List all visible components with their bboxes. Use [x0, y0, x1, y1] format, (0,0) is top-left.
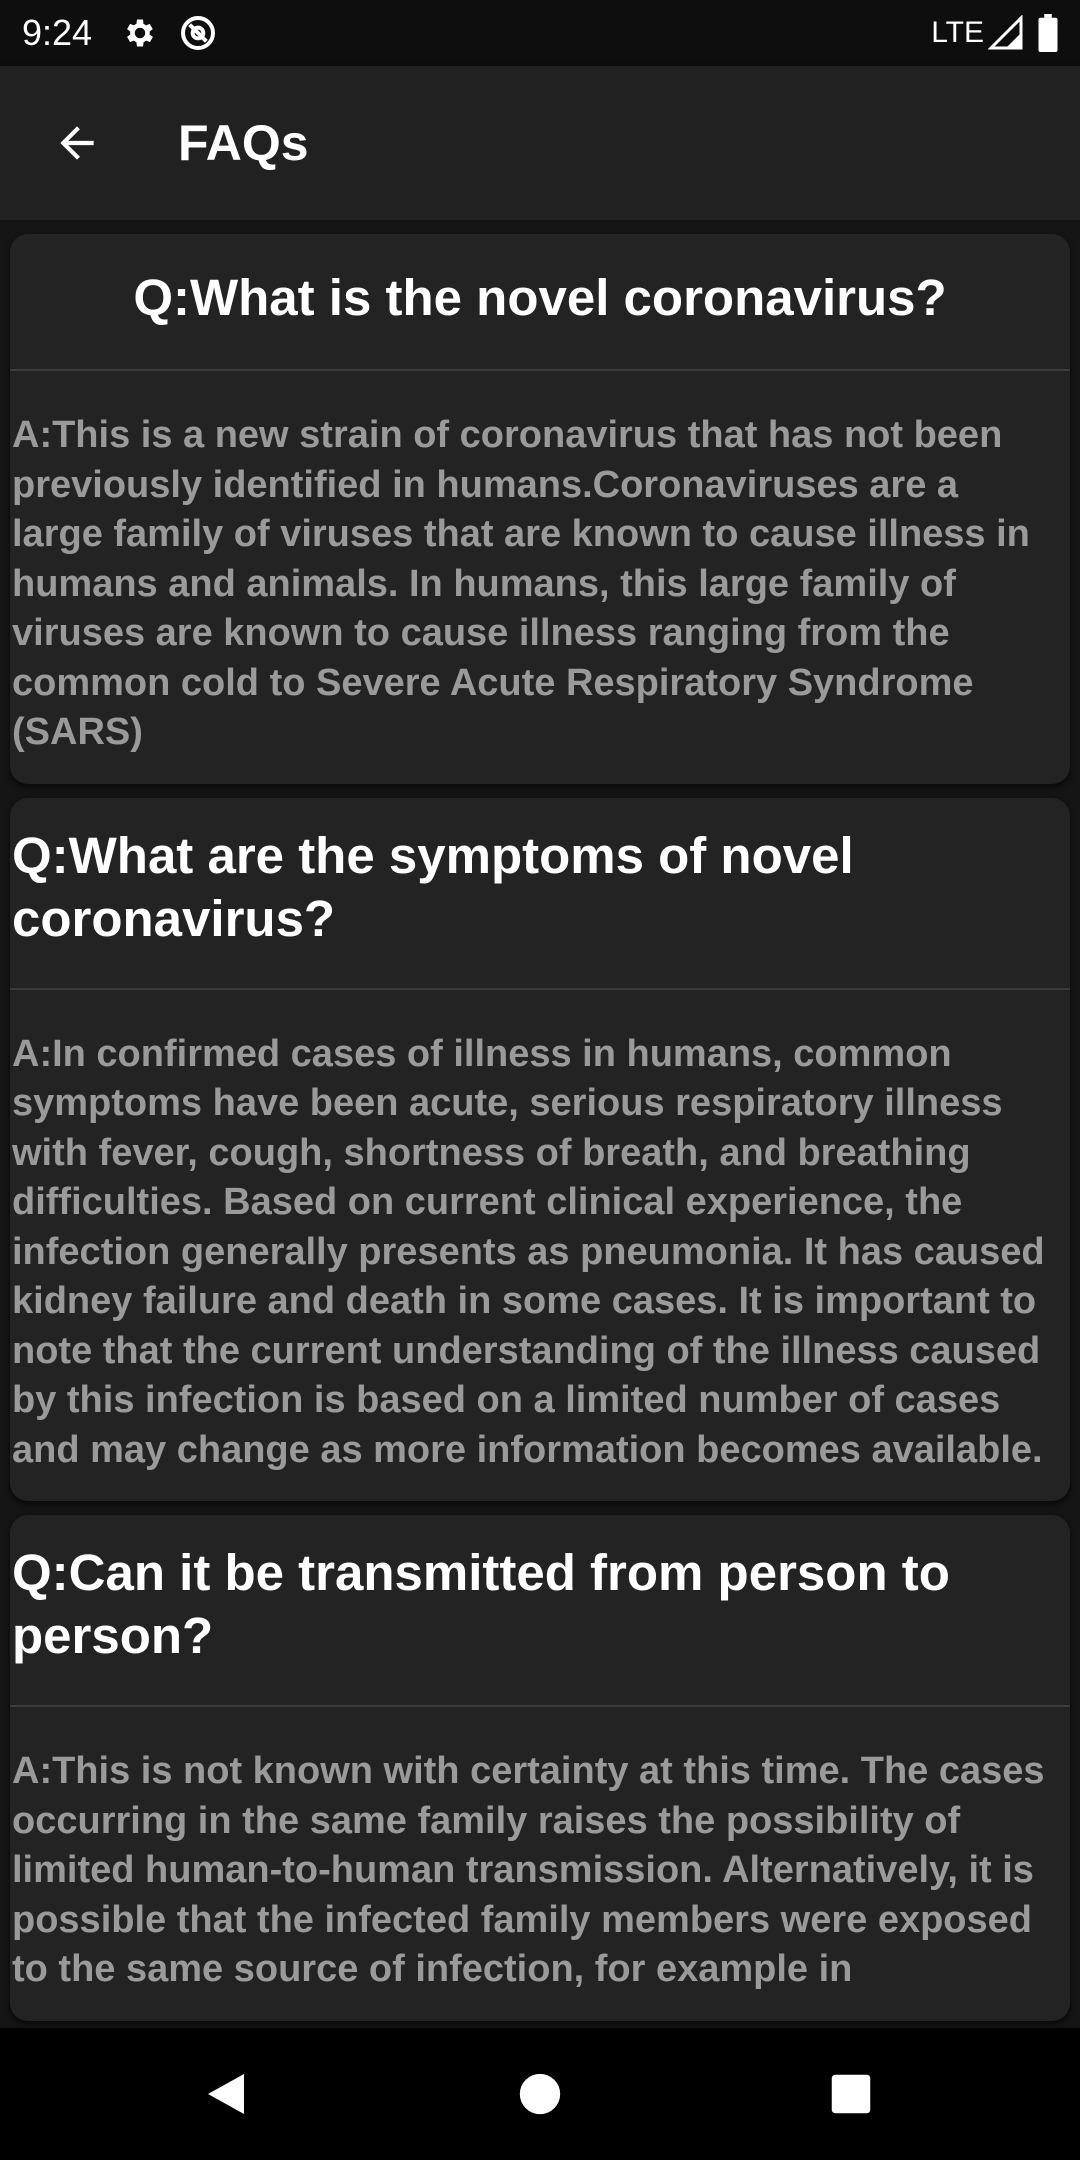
- signal-icon: [988, 15, 1024, 51]
- status-right: LTE: [931, 14, 1058, 52]
- network-type: LTE: [931, 16, 984, 49]
- faq-list[interactable]: Q:What is the novel coronavirus? A:This …: [0, 220, 1080, 2028]
- back-triangle-icon: [204, 2070, 248, 2118]
- nav-recents-button[interactable]: [806, 2049, 896, 2139]
- faq-answer: A:This is a new strain of coronavirus th…: [12, 414, 1030, 753]
- faq-question: Q:What are the symptoms of novel coronav…: [12, 826, 854, 947]
- home-circle-icon: [518, 2072, 562, 2116]
- at-sign-icon: [178, 13, 218, 53]
- faq-answer: A:This is not known with certainty at th…: [12, 1750, 1045, 1990]
- nav-home-button[interactable]: [495, 2049, 585, 2139]
- nav-back-button[interactable]: [181, 2049, 271, 2139]
- arrow-left-icon: [52, 118, 102, 168]
- app-bar: FAQs: [0, 66, 1080, 220]
- faq-question: Q:What is the novel coronavirus?: [133, 269, 947, 326]
- faq-answer: A:In confirmed cases of illness in human…: [12, 1032, 1045, 1471]
- faq-card: Q:Can it be transmitted from person to p…: [10, 1515, 1070, 2021]
- back-button[interactable]: [42, 108, 112, 178]
- system-nav-bar: [0, 2028, 1080, 2160]
- battery-icon: [1038, 14, 1058, 52]
- status-bar: 9:24 LTE: [0, 0, 1080, 66]
- faq-card: Q:What are the symptoms of novel coronav…: [10, 797, 1070, 1501]
- page-title: FAQs: [178, 115, 309, 171]
- recents-square-icon: [830, 2073, 872, 2115]
- gear-icon: [122, 15, 158, 51]
- status-time: 9:24: [22, 12, 93, 53]
- faq-question: Q:Can it be transmitted from person to p…: [12, 1544, 950, 1664]
- faq-card: Q:What is the novel coronavirus? A:This …: [10, 234, 1070, 784]
